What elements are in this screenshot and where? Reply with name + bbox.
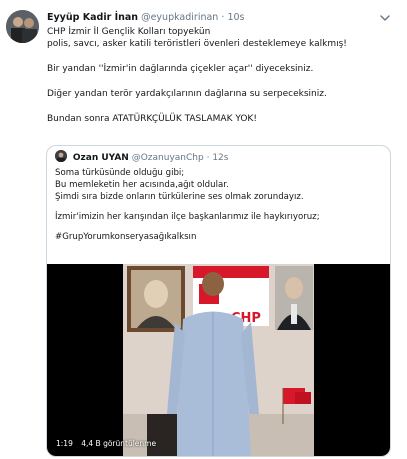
author-handle[interactable]: @eyupkadirinan bbox=[141, 12, 218, 23]
tweet-line: polis, savcı, asker katili teröristleri … bbox=[47, 39, 347, 50]
tweet-line: Bir yandan ''İzmir'in dağlarında çiçekle… bbox=[47, 64, 314, 75]
quote-line: Soma türküsünde olduğu gibi; bbox=[55, 168, 185, 178]
quote-line: İzmir'imizin her karışından ilçe başkanl… bbox=[55, 212, 320, 222]
quoted-author-handle[interactable]: @OzanuyanChp bbox=[132, 153, 204, 163]
separator-dot: · bbox=[206, 153, 210, 163]
quoted-tweet-text: Soma türküsünde olduğu gibi; Bu memleket… bbox=[55, 167, 385, 243]
chevron-down-icon[interactable] bbox=[379, 12, 391, 24]
video-view-count: 4,4 B görüntülenme bbox=[81, 439, 157, 448]
tweet-line: Bundan sonra ATATÜRKÇÜLÜK TASLAMAK YOK! bbox=[47, 113, 257, 124]
quote-line: Bu memleketin her acısında,ağıt oldular. bbox=[55, 180, 229, 190]
quoted-tweet-header: Ozan UYAN @OzanuyanChp · 12s bbox=[55, 150, 228, 165]
tweet-time[interactable]: 10s bbox=[227, 12, 244, 23]
video-thumbnail: CHP bbox=[123, 264, 314, 456]
quote-line: Şimdi sıra bizde onların türkülerine ses… bbox=[55, 192, 304, 202]
quoted-tweet-time[interactable]: 12s bbox=[212, 153, 228, 163]
video-duration: 1:19 bbox=[56, 439, 73, 448]
video-info-overlay: 1:19 4,4 B görüntülenme bbox=[56, 439, 156, 448]
tweet-line: CHP İzmir İl Gençlik Kolları topyekün bbox=[47, 27, 211, 37]
quoted-tweet[interactable]: Ozan UYAN @OzanuyanChp · 12s Soma türküs… bbox=[46, 145, 391, 457]
tweet[interactable]: Eyyüp Kadir İnan @eyupkadirinan · 10s CH… bbox=[0, 0, 407, 459]
quoted-author-name[interactable]: Ozan UYAN bbox=[73, 153, 129, 163]
hashtag[interactable]: #GrupYorumkonseryasağıkalksın bbox=[55, 231, 385, 243]
tweet-line: Diğer yandan terör yardakçılarının dağla… bbox=[47, 89, 327, 99]
quoted-author-avatar[interactable] bbox=[55, 150, 67, 162]
tweet-header: Eyyüp Kadir İnan @eyupkadirinan · 10s bbox=[47, 11, 244, 25]
video-player[interactable]: CHP 1:19 4,4 B görüntülenme bbox=[47, 264, 390, 456]
separator-dot: · bbox=[221, 12, 225, 23]
author-name[interactable]: Eyyüp Kadir İnan bbox=[47, 12, 138, 23]
author-avatar[interactable] bbox=[6, 10, 39, 43]
tweet-text: CHP İzmir İl Gençlik Kolları topyekün po… bbox=[47, 26, 387, 125]
